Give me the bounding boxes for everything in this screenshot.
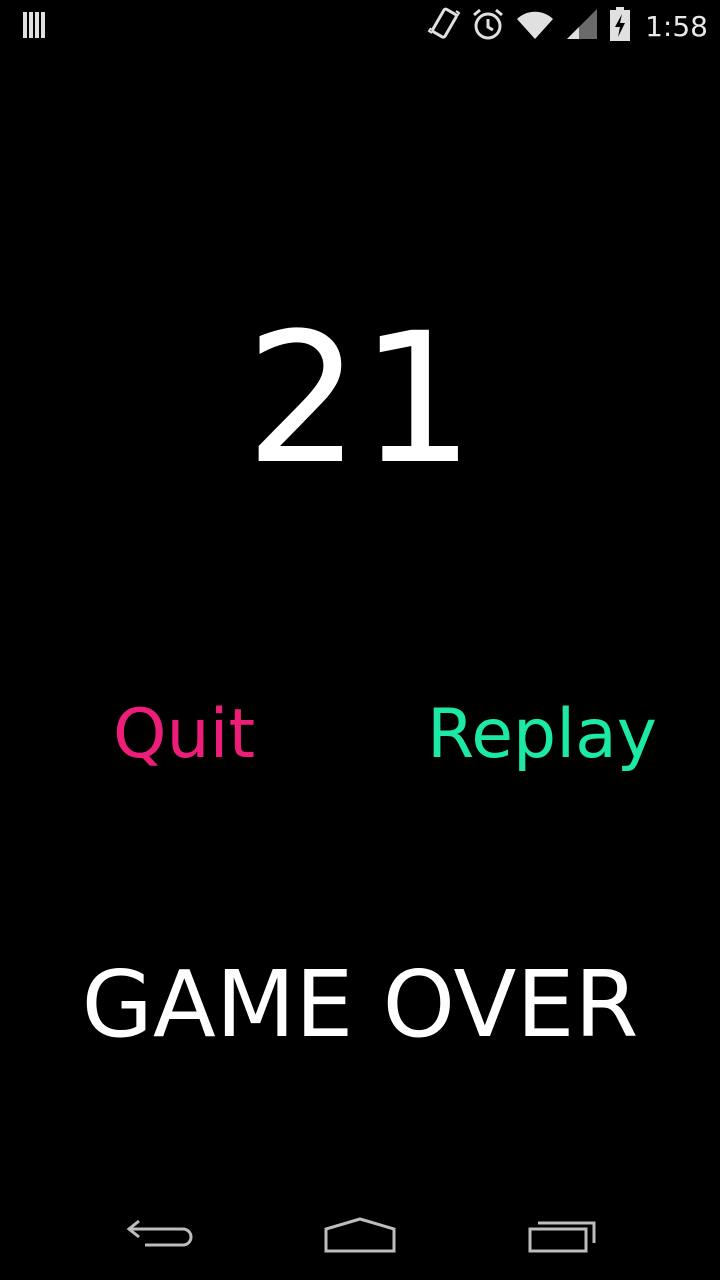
- game-over-screen: 1:58 21 Quit Replay GAME OVER: [0, 0, 720, 1280]
- signal-icon: [565, 7, 599, 45]
- vibrate-icon: [427, 6, 461, 46]
- notification-bars-icon: [22, 11, 50, 43]
- wifi-icon: [515, 7, 555, 45]
- status-time: 1:58: [645, 9, 708, 43]
- alarm-icon: [471, 6, 505, 46]
- replay-button[interactable]: Replay: [427, 690, 657, 780]
- game-over-title: GAME OVER: [81, 951, 639, 1058]
- recents-icon[interactable]: [517, 1208, 607, 1262]
- home-icon[interactable]: [315, 1208, 405, 1262]
- score-value: 21: [245, 295, 475, 504]
- back-icon[interactable]: [115, 1208, 205, 1262]
- status-bar: 1:58: [0, 0, 720, 50]
- quit-button[interactable]: Quit: [113, 690, 255, 780]
- battery-charging-icon: [609, 6, 631, 46]
- navigation-bar: [0, 1190, 720, 1280]
